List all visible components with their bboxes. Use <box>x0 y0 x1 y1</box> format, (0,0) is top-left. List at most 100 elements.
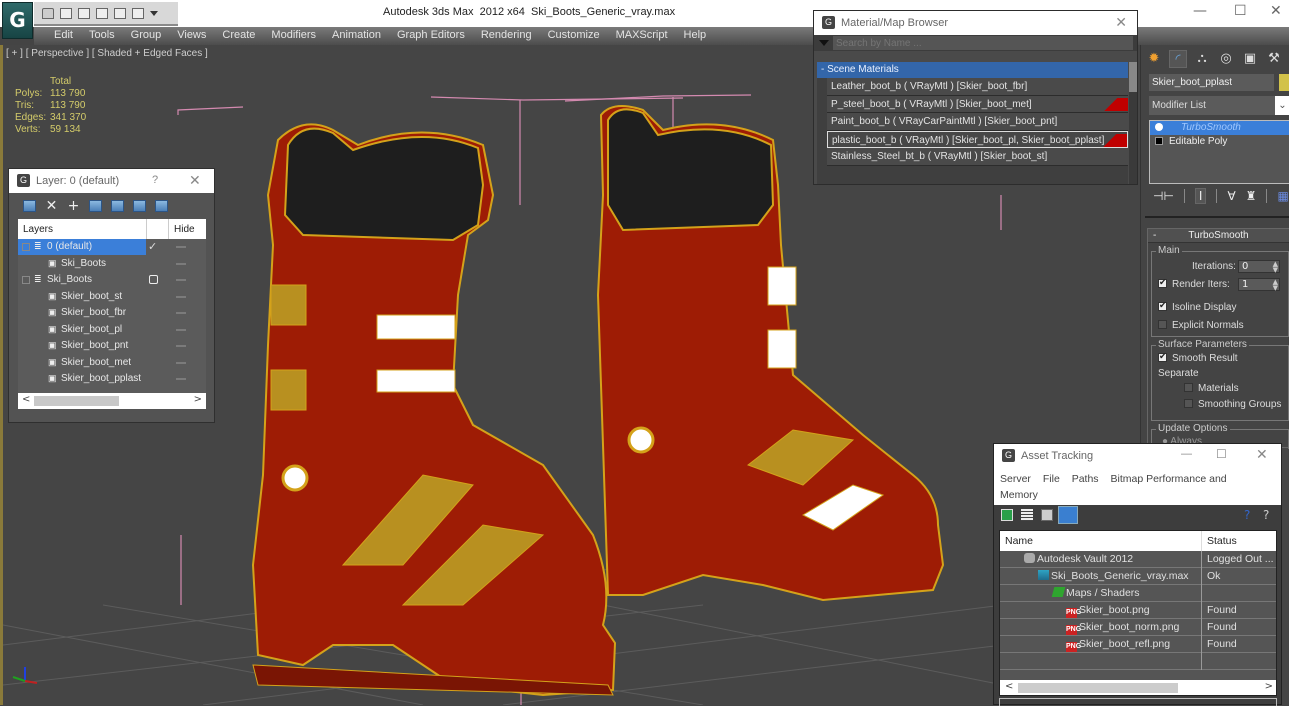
window-minimize-button[interactable]: — <box>1193 3 1207 19</box>
separate-materials-checkbox[interactable]: Materials <box>1184 383 1239 394</box>
hide-toggle[interactable] <box>176 279 186 281</box>
iterations-spinner[interactable]: 0 ▲ ▼ <box>1238 260 1280 274</box>
refresh-icon[interactable] <box>1001 509 1013 521</box>
close-button[interactable]: ✕ <box>1115 14 1127 31</box>
current-layer-check-icon[interactable]: ✓ <box>148 240 157 253</box>
material-item[interactable]: Paint_boot_b ( VRayCarPaintMtl ) [Skier_… <box>827 113 1128 131</box>
hide-toggle[interactable] <box>176 328 186 331</box>
render-iters-spinner[interactable]: 1 ▲ ▼ <box>1238 278 1280 292</box>
object-name-field[interactable] <box>1149 74 1274 91</box>
menu-rendering[interactable]: Rendering <box>473 27 540 45</box>
viewport-label[interactable]: [ + ] [ Perspective ] [ Shaded + Edged F… <box>6 48 208 59</box>
explicit-normals-checkbox[interactable]: Explicit Normals <box>1158 320 1244 331</box>
layer-row[interactable]: ▣ Skier_boot_pl <box>18 322 206 339</box>
material-item[interactable]: P_steel_boot_b ( VRayMtl ) [Skier_boot_m… <box>827 95 1128 113</box>
utilities-tab-icon[interactable]: ⚒ <box>1265 50 1283 68</box>
layer-row[interactable]: ▣ Skier_boot_fbr <box>18 305 206 322</box>
hide-toggle[interactable] <box>176 295 186 298</box>
scrollbar-thumb[interactable] <box>34 396 119 406</box>
scrollbar-thumb[interactable] <box>1129 62 1137 92</box>
close-button[interactable]: ✕ <box>189 172 201 189</box>
expand-icon[interactable] <box>1155 137 1163 146</box>
hide-toggle[interactable] <box>176 378 186 380</box>
asset-row[interactable]: Ski_Boots_Generic_vray.max Ok <box>1000 568 1276 585</box>
menu-file[interactable]: File <box>1043 473 1060 485</box>
menu-customize[interactable]: Customize <box>540 27 608 45</box>
layer-row[interactable]: ▣ Ski_Boots <box>18 256 206 273</box>
separate-smoothing-groups-checkbox[interactable]: Smoothing Groups <box>1184 399 1281 410</box>
layer-row[interactable]: ▣ Skier_boot_met <box>18 355 206 372</box>
scroll-right-icon[interactable]: > <box>1265 681 1273 692</box>
hide-toggle[interactable] <box>176 246 186 248</box>
menu-animation[interactable]: Animation <box>324 27 389 45</box>
layer-dialog-titlebar[interactable]: G Layer: 0 (default) ? ✕ <box>9 169 214 193</box>
layer-row[interactable]: ▣ Skier_boot_st <box>18 289 206 306</box>
hide-toggle[interactable] <box>176 262 186 265</box>
menu-maxscript[interactable]: MAXScript <box>608 27 676 45</box>
render-iters-checkbox[interactable]: Render Iters: <box>1158 277 1230 290</box>
column-layers[interactable]: Layers <box>23 224 53 235</box>
material-item[interactable]: Leather_boot_b ( VRayMtl ) [Skier_boot_f… <box>827 78 1128 96</box>
menu-tools[interactable]: Tools <box>81 27 123 45</box>
material-browser-titlebar[interactable]: G Material/Map Browser ✕ <box>814 11 1137 35</box>
column-hide[interactable]: Hide <box>174 224 195 235</box>
project-folder-icon[interactable] <box>96 7 108 19</box>
menu-paths[interactable]: Paths <box>1072 473 1099 485</box>
hide-toggle[interactable] <box>176 345 186 347</box>
help-tooltip-icon[interactable]: ? <box>1263 509 1275 521</box>
stack-item-editable-poly[interactable]: Editable Poly <box>1150 135 1289 149</box>
column-name[interactable]: Name <box>1005 535 1033 547</box>
menu-create[interactable]: Create <box>214 27 263 45</box>
modifier-list-dropdown[interactable]: Modifier List ⌄ <box>1149 96 1289 115</box>
asset-row[interactable]: PNGSkier_boot_refl.png Found <box>1000 636 1276 653</box>
layer-row[interactable]: ▣ Skier_boot_pplast <box>18 371 206 388</box>
asset-row[interactable]: Autodesk Vault 2012 Logged Out ... <box>1000 551 1276 568</box>
asset-tracking-titlebar[interactable]: G Asset Tracking — ☐ ✕ <box>994 444 1281 467</box>
help-button[interactable]: ? <box>152 174 158 186</box>
hierarchy-tab-icon[interactable]: ⛬ <box>1193 50 1211 68</box>
menu-edit[interactable]: Edit <box>46 27 81 45</box>
minimize-button[interactable]: — <box>1181 448 1192 460</box>
save-file-icon[interactable] <box>60 7 72 19</box>
scene-materials-group[interactable]: - Scene Materials <box>817 62 1128 78</box>
make-current-checkbox[interactable] <box>149 275 158 284</box>
expand-toggle[interactable] <box>22 243 30 251</box>
vertical-scrollbar[interactable] <box>1129 62 1137 184</box>
chevron-down-icon[interactable]: ⌄ <box>1275 96 1289 115</box>
application-button[interactable]: G <box>2 2 33 39</box>
table-view-icon[interactable] <box>1058 506 1078 524</box>
search-input[interactable] <box>833 36 1133 50</box>
undo-icon[interactable] <box>78 7 90 19</box>
highlight-layer-icon[interactable] <box>111 200 124 212</box>
add-to-layer-icon[interactable]: + <box>67 199 80 213</box>
scroll-left-icon[interactable]: < <box>1005 681 1013 692</box>
customize-dropdown-icon[interactable] <box>150 10 158 16</box>
display-tab-icon[interactable]: ▣ <box>1241 50 1259 68</box>
object-color-swatch[interactable] <box>1279 74 1289 91</box>
show-end-result-icon[interactable]: I <box>1194 188 1207 204</box>
menu-graph-editors[interactable]: Graph Editors <box>389 27 473 45</box>
configure-modifier-sets-icon[interactable]: ▦ <box>1277 189 1288 203</box>
hold-icon[interactable] <box>132 7 144 19</box>
scrollbar-thumb[interactable] <box>1018 683 1178 693</box>
horizontal-scrollbar[interactable]: < > <box>18 393 206 409</box>
layer-row[interactable]: ≣ Ski_Boots <box>18 272 206 289</box>
isoline-display-checkbox[interactable]: Isoline Display <box>1158 300 1236 313</box>
open-file-icon[interactable] <box>42 7 54 19</box>
menu-group[interactable]: Group <box>123 27 170 45</box>
scroll-right-icon[interactable]: > <box>194 394 202 405</box>
modify-tab-icon[interactable]: ◜ <box>1169 50 1187 68</box>
pin-stack-icon[interactable]: ⊣⊢ <box>1153 189 1174 203</box>
scroll-left-icon[interactable]: < <box>22 394 30 405</box>
close-button[interactable]: ✕ <box>1256 446 1268 463</box>
window-close-button[interactable]: ✕ <box>1270 3 1282 19</box>
help-icon[interactable]: ? <box>1244 509 1256 521</box>
hide-all-layers-icon[interactable] <box>133 200 146 212</box>
list-view-icon[interactable] <box>1021 509 1033 521</box>
menu-bitmap-performance[interactable]: Bitmap Performance and Memory <box>1000 473 1227 501</box>
select-objects-icon[interactable] <box>89 200 102 212</box>
delete-layer-icon[interactable]: ✕ <box>45 199 58 213</box>
menu-help[interactable]: Help <box>676 27 715 45</box>
hide-toggle[interactable] <box>176 312 186 314</box>
stack-item-turbosmooth[interactable]: TurboSmooth <box>1150 121 1289 135</box>
